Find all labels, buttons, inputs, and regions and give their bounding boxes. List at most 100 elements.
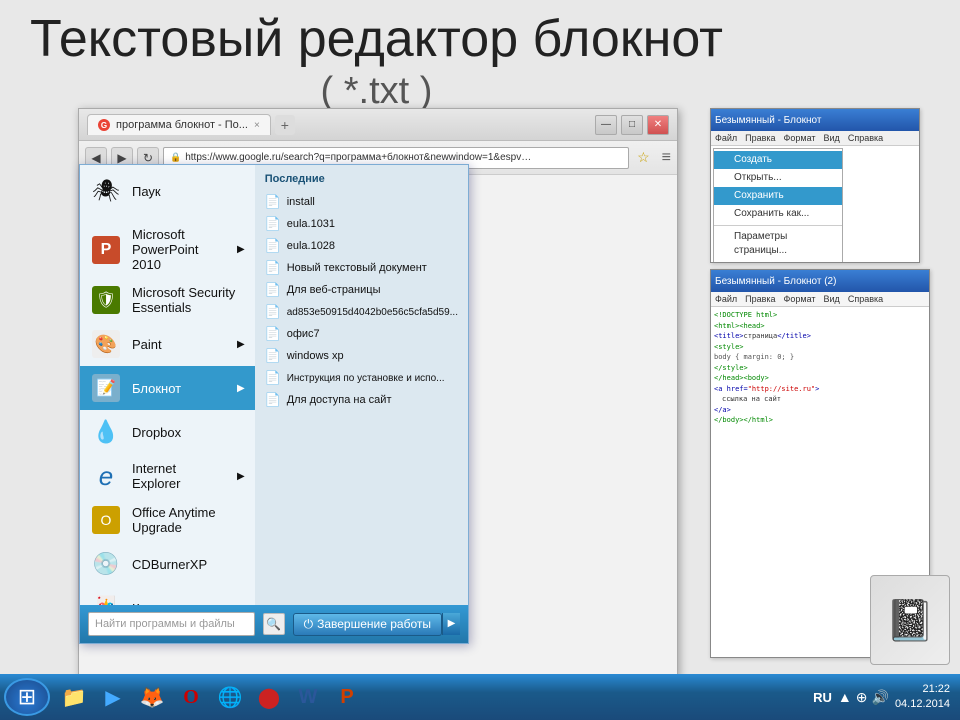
close-button[interactable]: ✕ — [647, 115, 669, 135]
spider-label: Паук — [132, 184, 161, 199]
taskbar: ⊞ 📁 ▶ 🦊 O 🌐 ⬤ W P RU ▲ ⊕ 🔊 — [0, 674, 960, 720]
volume-icon[interactable]: 🔊 — [872, 689, 889, 706]
browser-titlebar: G программа блокнот - По... × + — □ ✕ — [79, 109, 677, 141]
doc-icon: 📄 — [265, 370, 281, 386]
start-button[interactable]: ⊞ — [4, 678, 50, 716]
code-menu-format[interactable]: Формат — [784, 294, 816, 304]
recent-item-webpage[interactable]: 📄 Для веб-страницы — [261, 279, 462, 301]
powerpoint-icon: P — [90, 234, 122, 266]
title-line2: ( *.txt ) — [30, 70, 723, 114]
shutdown-icon: ⏻ — [304, 617, 314, 632]
arrow-icon: ▶ — [237, 339, 245, 350]
taskbar-app-word[interactable]: W — [290, 680, 326, 714]
notepad-window-top: Безымянный - Блокнот Файл Правка Формат … — [710, 108, 920, 263]
menu-help[interactable]: Справка — [848, 133, 883, 143]
lock-icon: 🔒 — [170, 152, 181, 163]
recent-item-instruction[interactable]: 📄 Инструкция по установке и испо... — [261, 367, 462, 389]
recent-label: Инструкция по установке и испо... — [287, 373, 445, 384]
tab-close-button[interactable]: × — [254, 120, 260, 131]
doc-icon: 📄 — [265, 392, 281, 408]
menu-item-cdburner[interactable]: 💿 CDBurnerXP — [80, 542, 255, 586]
word-icon: W — [299, 686, 318, 709]
code-menu-edit[interactable]: Правка — [745, 294, 775, 304]
code-menubar: Файл Правка Формат Вид Справка — [711, 292, 929, 307]
clock-date: 04.12.2014 — [895, 697, 950, 712]
title-line1: Текстовый редактор блокнот — [30, 10, 723, 70]
recent-item-eula1028[interactable]: 📄 eula.1028 — [261, 235, 462, 257]
shutdown-button[interactable]: ⏻ Завершение работы — [293, 613, 442, 636]
minimize-button[interactable]: — — [595, 115, 617, 135]
search-box[interactable]: Найти программы и файлы — [88, 612, 255, 636]
menu-item-powerpoint[interactable]: P Microsoft PowerPoint 2010 ▶ — [80, 221, 255, 278]
menu-item-paint[interactable]: 🎨 Paint ▶ — [80, 322, 255, 366]
maximize-button[interactable]: □ — [621, 115, 643, 135]
menu-item-ie[interactable]: e Internet Explorer ▶ — [80, 454, 255, 498]
menu-item-dropbox[interactable]: 💧 Dropbox — [80, 410, 255, 454]
new-tab-button[interactable]: + — [275, 115, 295, 135]
taskbar-app-explorer[interactable]: 📁 — [56, 680, 92, 714]
bluetooth-icon[interactable]: ⊕ — [856, 689, 868, 706]
recent-item-hash[interactable]: 📄 ad853e50915d4042b0e56c5cfa5d59... — [261, 301, 462, 323]
notepad-menubar: Файл Правка Формат Вид Справка — [711, 131, 919, 146]
taskbar-app-media[interactable]: ▶ — [95, 680, 131, 714]
menu-item-office[interactable]: O Office Anytime Upgrade — [80, 498, 255, 542]
menu-item-kosinka[interactable]: 🃏 Косынка — [80, 586, 255, 605]
code-win-title: Безымянный - Блокнот (2) — [715, 276, 836, 287]
kosinka-icon: 🃏 — [90, 592, 122, 605]
recent-item-ofis[interactable]: 📄 офис7 — [261, 323, 462, 345]
menu-file[interactable]: Файл — [715, 133, 737, 143]
office-icon: O — [90, 504, 122, 536]
media-player-icon: ▶ — [105, 685, 120, 710]
doc-icon: 📄 — [265, 194, 281, 210]
start-menu: 🕷 Паук P Microsoft PowerPoint 2010 ▶ 🛡 — [79, 164, 469, 644]
taskbar-app-firefox[interactable]: 🦊 — [134, 680, 170, 714]
doc-icon: 📄 — [265, 260, 281, 276]
window-controls: — □ ✕ — [595, 115, 669, 135]
browser-tab[interactable]: G программа блокнот - По... × — [87, 114, 271, 135]
windows-logo-icon: ⊞ — [18, 684, 36, 710]
code-menu-help[interactable]: Справка — [848, 294, 883, 304]
system-clock[interactable]: 21:22 04.12.2014 — [895, 682, 950, 713]
menu-item-notepad[interactable]: 📝 Блокнот ▶ — [80, 366, 255, 410]
taskbar-app-powerpoint[interactable]: P — [329, 680, 365, 714]
menu-item-security[interactable]: 🛡 Microsoft Security Essentials — [80, 278, 255, 322]
search-button[interactable]: 🔍 — [263, 613, 285, 635]
start-menu-bottom: Найти программы и файлы 🔍 ⏻ Завершение р… — [80, 605, 468, 643]
taskbar-app-chrome[interactable]: 🌐 — [212, 680, 248, 714]
recent-item-winxp[interactable]: 📄 windows xp — [261, 345, 462, 367]
notepad-icon: 📝 — [90, 372, 122, 404]
taskbar-apps: 📁 ▶ 🦊 O 🌐 ⬤ W P — [56, 680, 365, 714]
menu-view[interactable]: Вид — [824, 133, 840, 143]
dropbox-label: Dropbox — [132, 425, 181, 440]
paint-label: Paint — [132, 337, 162, 352]
recent-item-access[interactable]: 📄 Для доступа на сайт — [261, 389, 462, 411]
tab-favicon: G — [98, 119, 110, 131]
taskbar-app-red[interactable]: ⬤ — [251, 680, 287, 714]
language-indicator[interactable]: RU — [813, 690, 832, 705]
explorer-icon: 📁 — [62, 685, 87, 710]
recent-label: офис7 — [287, 328, 320, 340]
network-icon[interactable]: ▲ — [838, 689, 852, 705]
menu-right-panel: Последние 📄 install 📄 eula.1031 📄 eula.1… — [255, 165, 468, 605]
bookmark-star-icon[interactable]: ☆ — [637, 149, 650, 166]
menu-format[interactable]: Формат — [784, 133, 816, 143]
recent-item-eula1031[interactable]: 📄 eula.1031 — [261, 213, 462, 235]
shutdown-area: ⏻ Завершение работы ▶ — [293, 613, 460, 636]
code-menu-file[interactable]: Файл — [715, 294, 737, 304]
browser-menu-icon[interactable]: ≡ — [662, 149, 671, 167]
notepad-label: Блокнот — [132, 381, 181, 396]
clock-time: 21:22 — [895, 682, 950, 697]
ie-label: Internet Explorer — [132, 461, 227, 491]
code-menu-view[interactable]: Вид — [824, 294, 840, 304]
recent-item-install[interactable]: 📄 install — [261, 191, 462, 213]
menu-edit[interactable]: Правка — [745, 133, 775, 143]
doc-icon: 📄 — [265, 304, 281, 320]
menu-item-spider[interactable]: 🕷 Паук — [80, 169, 255, 213]
taskbar-app-opera[interactable]: O — [173, 680, 209, 714]
ie-icon: e — [90, 460, 122, 492]
recent-label: Для веб-страницы — [287, 284, 381, 296]
shutdown-arrow-button[interactable]: ▶ — [442, 613, 460, 635]
recent-item-newdoc[interactable]: 📄 Новый текстовый документ — [261, 257, 462, 279]
powerpoint-label: Microsoft PowerPoint 2010 — [132, 227, 227, 272]
recent-header: Последние — [261, 173, 462, 185]
